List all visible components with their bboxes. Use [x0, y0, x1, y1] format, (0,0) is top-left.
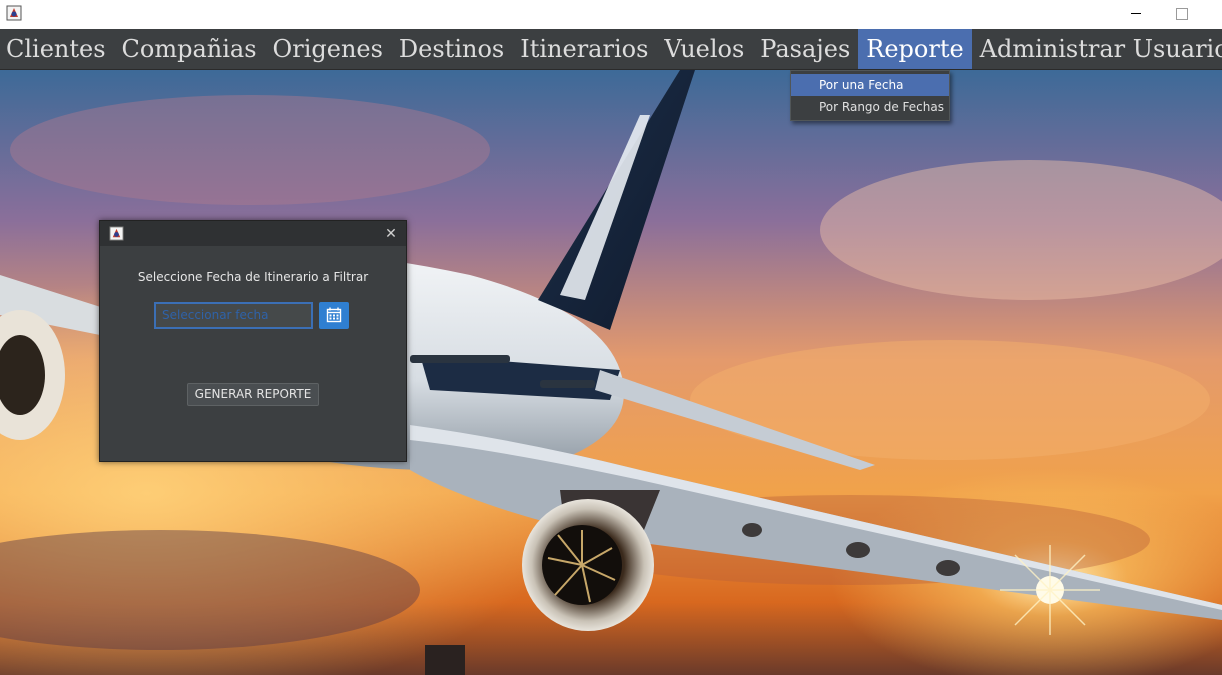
menu-pasajes[interactable]: Pasajes [752, 29, 858, 69]
close-icon[interactable]: ✕ [382, 225, 400, 243]
menu-item-por-rango-de-fechas[interactable]: Por Rango de Fechas [791, 96, 949, 118]
menu-bar: Clientes Compañias Origenes Destinos Iti… [0, 29, 1222, 70]
menu-reporte[interactable]: Reporte [858, 29, 972, 69]
menu-companias[interactable]: Compañias [114, 29, 265, 69]
menu-destinos[interactable]: Destinos [391, 29, 512, 69]
window-title-bar [0, 0, 1222, 29]
menu-clientes[interactable]: Clientes [0, 29, 114, 69]
date-input[interactable]: Seleccionar fecha [154, 302, 313, 329]
calendar-button[interactable] [319, 302, 349, 329]
reporte-dropdown-menu: Por una Fecha Por Rango de Fechas [790, 70, 950, 121]
calendar-icon [326, 307, 342, 323]
maximize-icon[interactable] [1158, 0, 1204, 29]
generate-report-button[interactable]: GENERAR REPORTE [187, 383, 319, 406]
menu-administrar-usuarios[interactable]: Administrar Usuarios [972, 29, 1222, 69]
menu-itinerarios[interactable]: Itinerarios [512, 29, 656, 69]
menu-origenes[interactable]: Origenes [265, 29, 391, 69]
menu-vuelos[interactable]: Vuelos [656, 29, 752, 69]
java-app-icon [6, 5, 22, 21]
dialog-instruction-label: Seleccione Fecha de Itinerario a Filtrar [137, 270, 369, 284]
java-app-icon [109, 226, 124, 241]
minimize-icon[interactable] [1113, 0, 1159, 29]
menu-item-por-una-fecha[interactable]: Por una Fecha [791, 74, 949, 96]
dialog-title-bar[interactable]: ✕ [100, 221, 406, 246]
report-date-dialog: ✕ Seleccione Fecha de Itinerario a Filtr… [99, 220, 407, 462]
